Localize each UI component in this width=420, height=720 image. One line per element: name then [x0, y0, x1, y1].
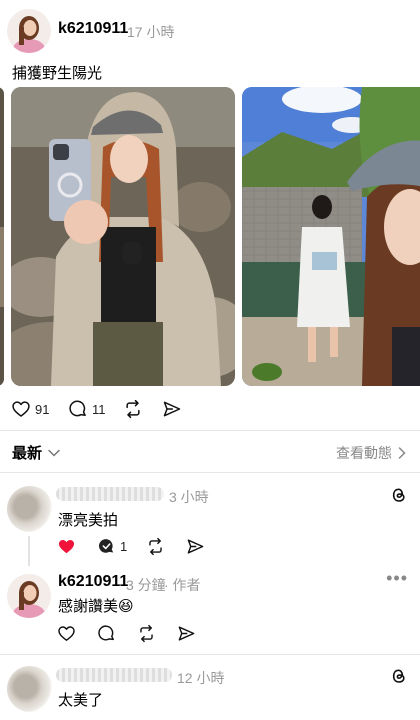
heart-icon: [58, 625, 75, 641]
commenter-username[interactable]: k6210911: [58, 573, 128, 591]
sort-dropdown[interactable]: 最新: [12, 442, 60, 463]
threads-logo-icon: [392, 669, 405, 683]
send-icon: [178, 625, 195, 641]
comment-button[interactable]: 11: [68, 396, 106, 422]
comment-text: 漂亮美拍: [58, 512, 119, 529]
share-button[interactable]: [162, 396, 182, 422]
post-header: k6210911 17 小時: [0, 0, 420, 60]
repost-icon: [149, 537, 162, 555]
heart-filled-icon: [58, 539, 75, 553]
like-button[interactable]: 91: [11, 396, 49, 422]
comment-reply-button[interactable]: [97, 620, 116, 646]
divider: [0, 430, 420, 431]
author-avatar[interactable]: [7, 574, 51, 618]
comment-item: 12 小時 太美了: [0, 658, 420, 720]
comment-like-button[interactable]: [57, 620, 76, 646]
author-tag: · 作者: [164, 577, 201, 593]
chevron-down-icon: [48, 449, 60, 457]
repost-icon: [126, 399, 140, 419]
reply-check-bubble-icon: [99, 538, 114, 553]
carousel-photo-previous[interactable]: [0, 87, 4, 386]
sort-label: 最新: [12, 445, 43, 462]
post-actions: 91 11: [0, 396, 420, 426]
carousel-photo-1[interactable]: [11, 87, 235, 386]
comment-count: 11: [92, 401, 106, 417]
repost-icon: [140, 624, 153, 642]
comment-time: 12 小時: [177, 670, 225, 686]
send-icon: [187, 538, 204, 554]
commenter-avatar[interactable]: [7, 666, 53, 712]
comment-item: k6210911 3 分鐘 · 作者 ••• 感謝讚美😆: [0, 566, 420, 650]
commenter-avatar[interactable]: [7, 486, 53, 532]
comment-text: 太美了: [58, 692, 104, 709]
thread-line: [28, 536, 30, 566]
reply-count: 1: [120, 538, 128, 554]
repost-button[interactable]: [123, 396, 143, 422]
view-activity-label: 查看動態: [336, 445, 392, 461]
heart-icon: [12, 401, 30, 417]
comment-text: 感謝讚美😆: [58, 598, 134, 615]
post-time: 17 小時: [127, 24, 175, 40]
send-icon: [163, 401, 181, 417]
comment-like-button[interactable]: [57, 533, 76, 559]
comment-time: 3 小時: [169, 489, 209, 505]
comments-sort-bar: 最新 查看動態: [0, 438, 420, 466]
comment-bubble-icon: [69, 400, 86, 417]
comment-share-button[interactable]: [186, 533, 205, 559]
carousel-photo-2[interactable]: [242, 87, 420, 386]
commenter-username[interactable]: [56, 487, 164, 501]
comment-repost-button[interactable]: [137, 620, 156, 646]
comment-item: 3 小時 漂亮美拍 1: [0, 478, 420, 566]
view-activity-link[interactable]: 查看動態: [336, 443, 406, 463]
photo-carousel[interactable]: [0, 87, 420, 387]
divider: [0, 472, 420, 473]
author-username[interactable]: k6210911: [58, 20, 128, 38]
comment-reply-button[interactable]: 1: [97, 533, 127, 559]
more-options-icon[interactable]: •••: [386, 568, 408, 589]
post-caption: 捕獲野生陽光: [12, 65, 103, 82]
comment-time: 3 分鐘: [126, 577, 166, 593]
comment-bubble-icon: [98, 624, 114, 640]
threads-logo-icon: [392, 488, 405, 502]
chevron-right-icon: [398, 447, 406, 459]
divider: [0, 654, 420, 655]
like-count: 91: [35, 401, 50, 417]
author-avatar[interactable]: [7, 9, 51, 53]
comment-share-button[interactable]: [177, 620, 196, 646]
commenter-username[interactable]: [56, 668, 172, 682]
comment-repost-button[interactable]: [146, 533, 165, 559]
